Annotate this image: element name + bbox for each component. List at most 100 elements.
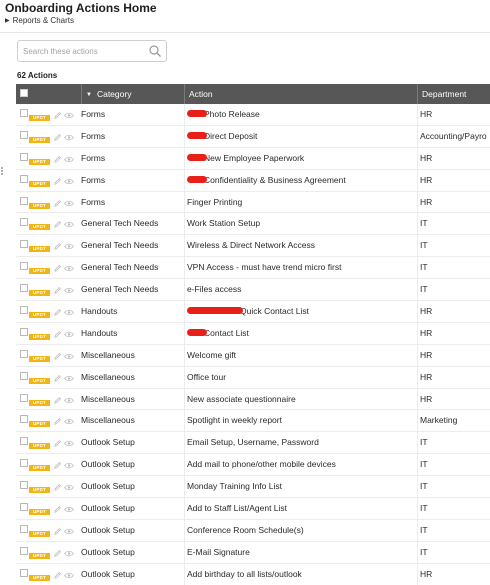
update-badge[interactable]: UPDT [29, 136, 50, 143]
action-cell[interactable]: VPN Access - must have trend micro first [184, 257, 417, 280]
edit-icon[interactable] [53, 374, 62, 383]
update-badge[interactable]: UPDT [29, 465, 50, 472]
select-all-checkbox[interactable] [20, 89, 28, 97]
update-badge[interactable]: UPDT [29, 355, 50, 362]
table-row[interactable]: UPDT Forms Photo Release HR [16, 104, 490, 126]
view-icon[interactable] [64, 440, 74, 447]
table-row[interactable]: UPDT Forms Confidentiality & Business Agre… [16, 169, 490, 192]
view-icon[interactable] [64, 112, 74, 119]
update-badge[interactable]: UPDT [29, 115, 50, 121]
row-checkbox[interactable] [20, 130, 28, 139]
update-badge[interactable]: UPDT [29, 268, 50, 275]
view-icon[interactable] [64, 178, 74, 185]
row-checkbox[interactable] [20, 481, 28, 490]
row-checkbox[interactable] [20, 393, 28, 402]
action-cell[interactable]: Add mail to phone/other mobile devices [184, 454, 417, 477]
view-icon[interactable] [64, 243, 74, 250]
edit-icon[interactable] [53, 242, 62, 251]
update-badge[interactable]: UPDT [29, 509, 50, 516]
edit-icon[interactable] [53, 111, 62, 120]
action-cell[interactable]: Confidentiality & Business Agreement [184, 169, 417, 192]
table-row[interactable]: UPDT General Tech Needs e-Files access IT [16, 279, 490, 302]
view-icon[interactable] [64, 200, 74, 207]
action-cell[interactable]: New associate questionnaire [184, 388, 417, 411]
action-cell[interactable]: Quick Contact List [184, 301, 417, 323]
action-cell[interactable]: Monday Training Info List [184, 476, 417, 499]
table-row[interactable]: UPDT Forms New Employee Paperwork HR [16, 147, 490, 170]
edit-icon[interactable] [53, 527, 62, 536]
edit-icon[interactable] [53, 199, 62, 208]
edit-icon[interactable] [53, 330, 62, 339]
update-badge[interactable]: UPDT [29, 399, 50, 406]
edit-icon[interactable] [53, 308, 62, 317]
row-checkbox[interactable] [20, 327, 28, 336]
view-icon[interactable] [64, 134, 74, 141]
update-badge[interactable]: UPDT [29, 246, 50, 253]
row-checkbox[interactable] [20, 568, 28, 577]
row-checkbox[interactable] [20, 240, 28, 249]
edit-icon[interactable] [53, 483, 62, 492]
edit-icon[interactable] [53, 549, 62, 558]
view-icon[interactable] [64, 528, 74, 535]
action-cell[interactable]: Work Station Setup [184, 213, 417, 236]
action-cell[interactable]: Spotlight in weekly report [184, 410, 417, 433]
view-icon[interactable] [64, 221, 74, 228]
view-icon[interactable] [64, 550, 74, 557]
row-checkbox[interactable] [20, 503, 28, 512]
edit-icon[interactable] [53, 177, 62, 186]
table-row[interactable]: UPDT General Tech Needs Work Station Setup… [16, 213, 490, 236]
action-cell[interactable]: Finger Printing [184, 191, 417, 214]
search-icon[interactable] [148, 44, 162, 58]
edit-icon[interactable] [53, 571, 62, 580]
update-badge[interactable]: UPDT [29, 574, 50, 581]
update-badge[interactable]: UPDT [29, 290, 50, 297]
table-row[interactable]: UPDT General Tech Needs VPN Access - must … [16, 257, 490, 280]
action-cell[interactable]: Contact List [184, 322, 417, 345]
view-icon[interactable] [64, 375, 74, 382]
view-icon[interactable] [64, 462, 74, 469]
view-icon[interactable] [64, 287, 74, 294]
update-badge[interactable]: UPDT [29, 421, 50, 428]
action-cell[interactable]: Photo Release [184, 104, 417, 126]
row-checkbox[interactable] [20, 284, 28, 293]
row-checkbox[interactable] [20, 152, 28, 161]
search-input[interactable] [23, 44, 151, 59]
view-icon[interactable] [64, 506, 74, 513]
action-cell[interactable]: Direct Deposit [184, 125, 417, 148]
edit-icon[interactable] [53, 417, 62, 426]
table-row[interactable]: UPDT Outlook Setup E-Mail Signature IT [16, 541, 490, 564]
row-checkbox[interactable] [20, 524, 28, 533]
row-checkbox[interactable] [20, 546, 28, 555]
view-icon[interactable] [64, 265, 74, 272]
update-badge[interactable]: UPDT [29, 202, 50, 209]
table-row[interactable]: UPDT General Tech Needs Wireless & Direct … [16, 235, 490, 258]
table-row[interactable]: UPDT Miscellaneous Spotlight in weekly rep… [16, 410, 490, 433]
action-cell[interactable]: e-Files access [184, 279, 417, 302]
row-checkbox[interactable] [20, 349, 28, 358]
breadcrumb-reports-charts[interactable]: ▶ Reports & Charts [5, 16, 74, 25]
row-checkbox[interactable] [20, 196, 28, 205]
view-icon[interactable] [64, 418, 74, 425]
table-row[interactable]: UPDT Outlook Setup Conference Room Schedul… [16, 519, 490, 542]
row-checkbox[interactable] [20, 218, 28, 227]
table-row[interactable]: UPDT Outlook Setup Add mail to phone/other… [16, 454, 490, 477]
table-row[interactable]: UPDT Miscellaneous Welcome gift HR [16, 344, 490, 367]
column-header-department[interactable]: Department [417, 84, 490, 104]
column-header-category[interactable]: ▼ Category [81, 84, 184, 104]
edit-icon[interactable] [53, 264, 62, 273]
table-row[interactable]: UPDT Miscellaneous Office tour HR [16, 366, 490, 389]
edit-icon[interactable] [53, 286, 62, 295]
action-cell[interactable]: Conference Room Schedule(s) [184, 519, 417, 542]
update-badge[interactable]: UPDT [29, 158, 50, 165]
update-badge[interactable]: UPDT [29, 487, 50, 494]
row-checkbox[interactable] [20, 174, 28, 183]
action-cell[interactable]: Add to Staff List/Agent List [184, 498, 417, 520]
update-badge[interactable]: UPDT [29, 552, 50, 559]
row-checkbox[interactable] [20, 459, 28, 468]
action-cell[interactable]: Wireless & Direct Network Access [184, 235, 417, 258]
update-badge[interactable]: UPDT [29, 224, 50, 231]
table-row[interactable]: UPDT Miscellaneous New associate questionn… [16, 388, 490, 411]
row-checkbox[interactable] [20, 306, 28, 315]
update-badge[interactable]: UPDT [29, 333, 50, 340]
table-row[interactable]: UPDT Outlook Setup Monday Training Info Li… [16, 476, 490, 499]
